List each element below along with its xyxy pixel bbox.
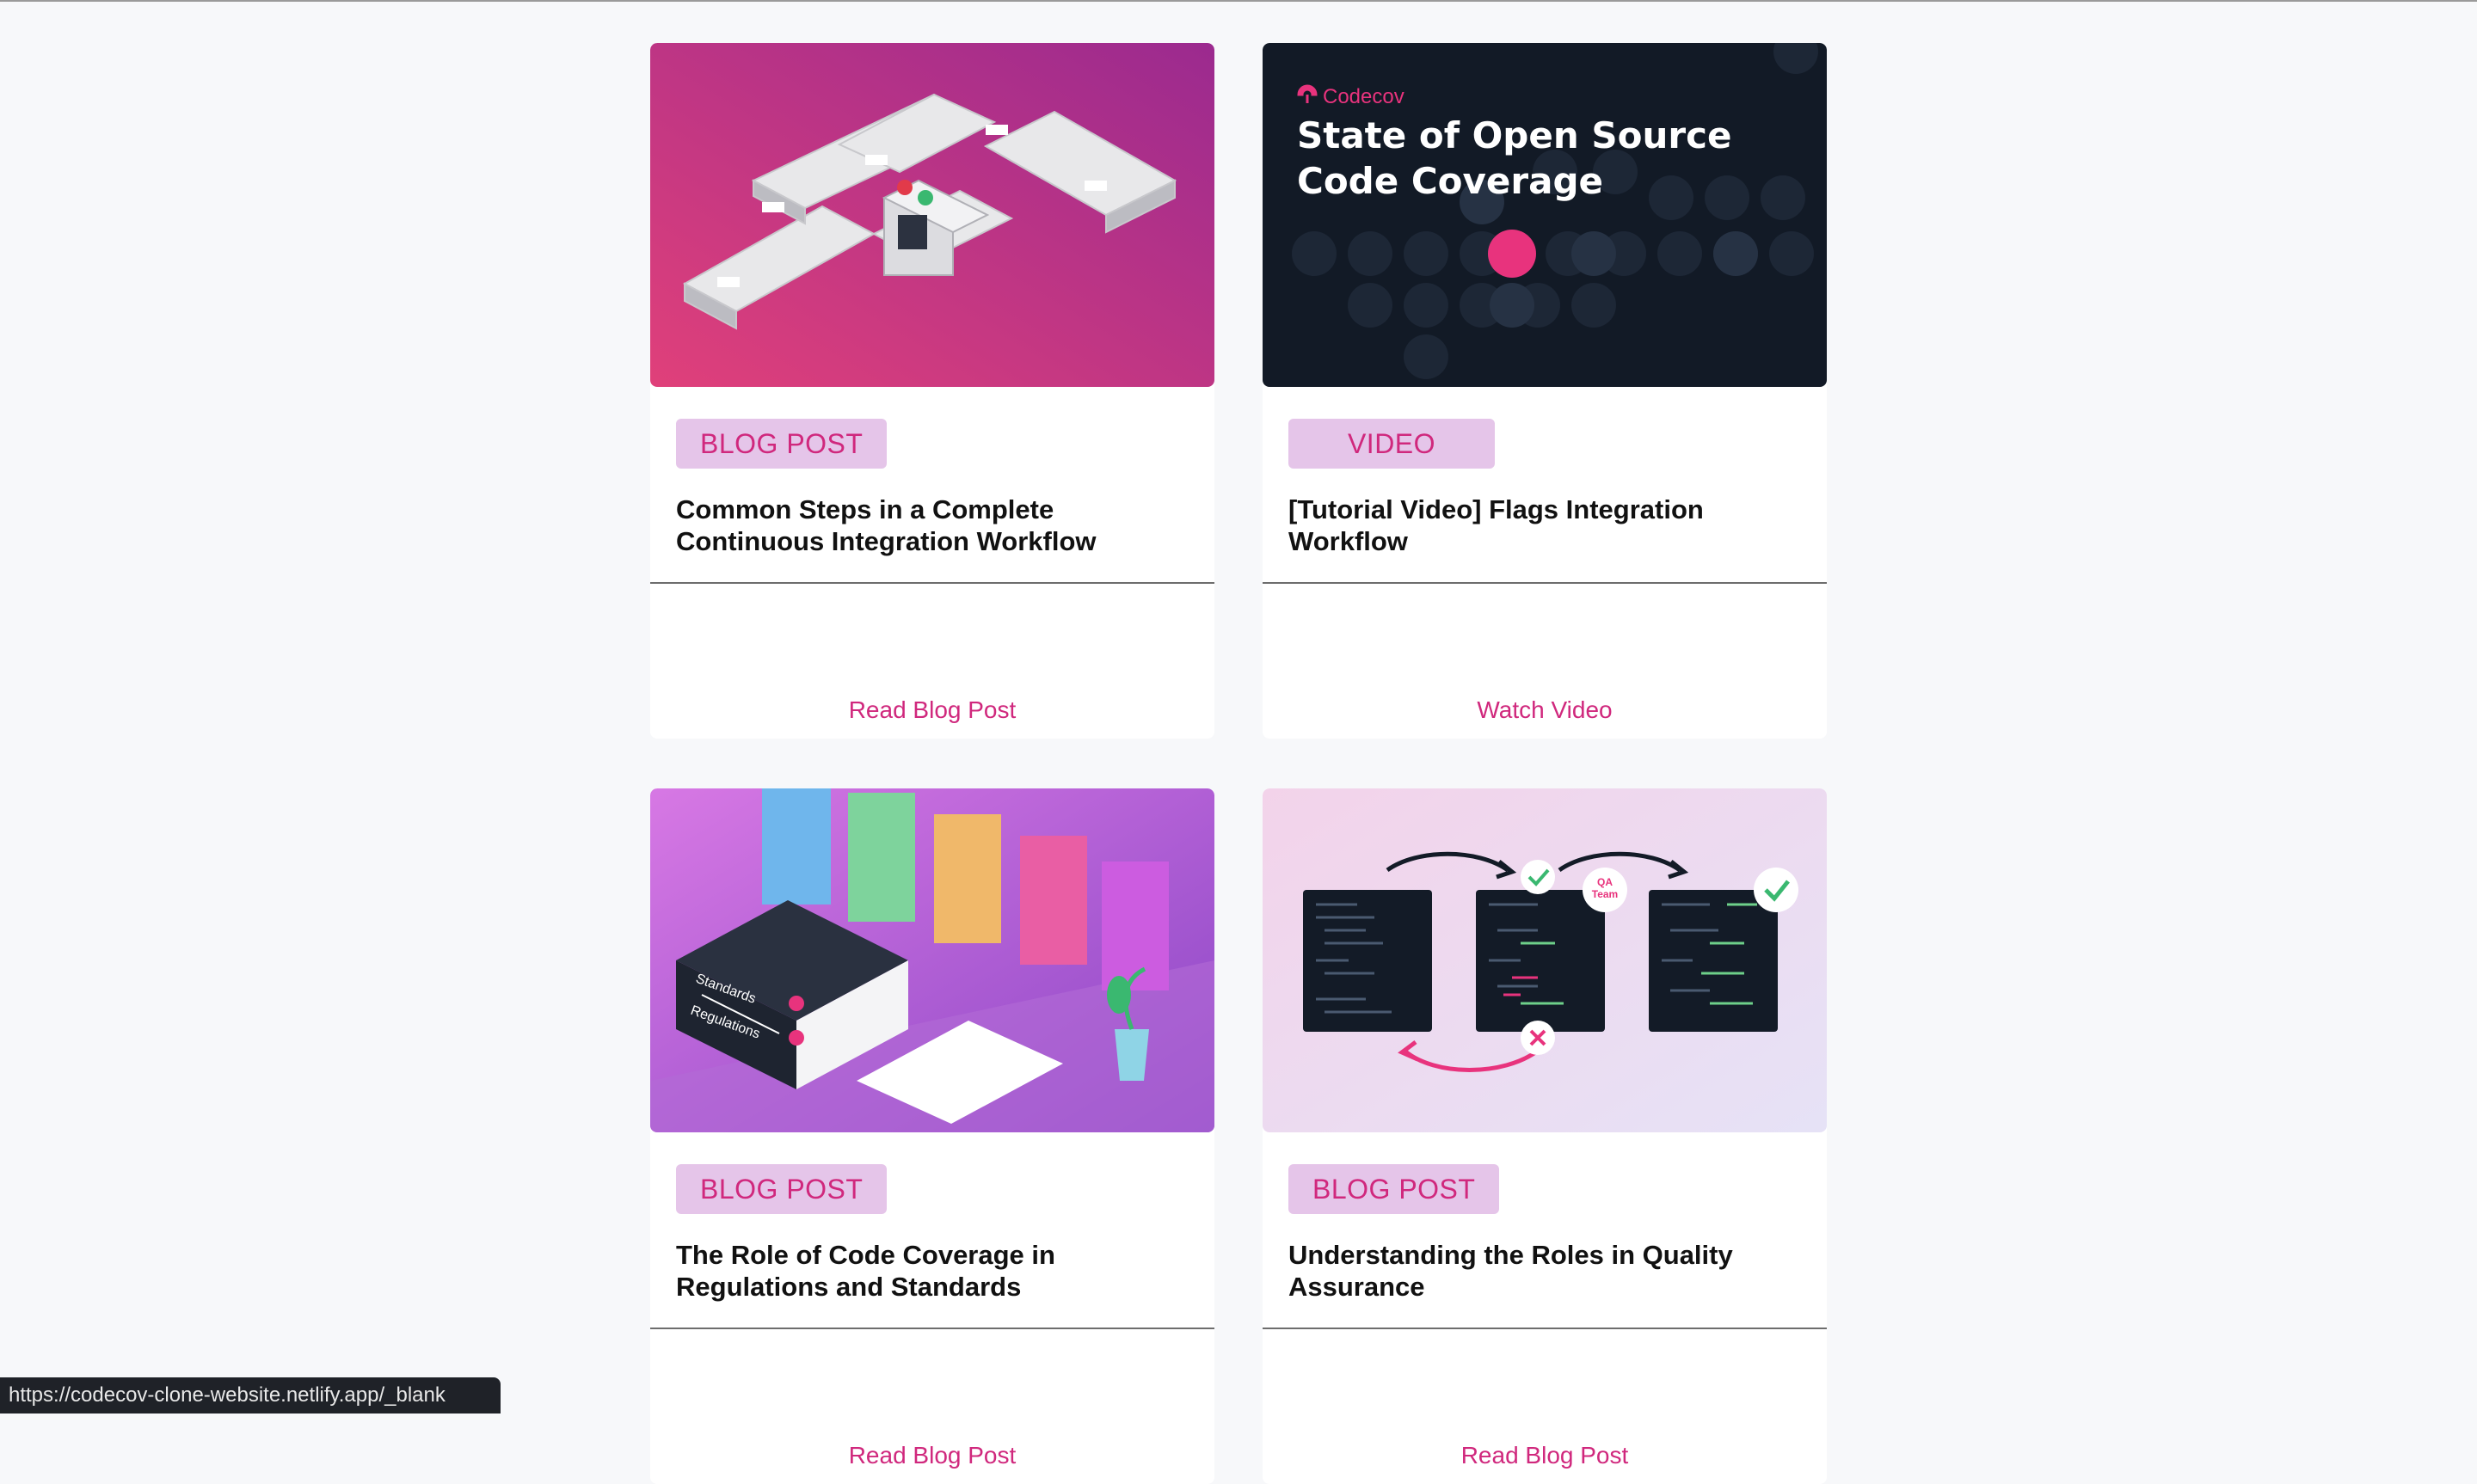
- card-title[interactable]: [Tutorial Video] Flags Integration Workf…: [1288, 494, 1804, 557]
- card-title[interactable]: Common Steps in a Complete Continuous In…: [676, 494, 1192, 557]
- content-type-badge: VIDEO: [1288, 419, 1495, 469]
- content-card[interactable]: Standards Regulations BLOG POST The Role…: [650, 788, 1214, 1484]
- qa-badge-line1: QA: [1597, 876, 1613, 888]
- thumbnail-heading-line1: State of Open Source: [1297, 114, 1731, 156]
- thumbnail-heading-line2: Code Coverage: [1297, 160, 1603, 202]
- browser-status-url: https://codecov-clone-website.netlify.ap…: [0, 1377, 501, 1413]
- content-card[interactable]: BLOG POST Common Steps in a Complete Con…: [650, 43, 1214, 739]
- content-grid: BLOG POST Common Steps in a Complete Con…: [650, 43, 1827, 1484]
- regulations-illustration-icon: Standards Regulations: [650, 788, 1214, 1132]
- code-coverage-video-thumbnail-icon: Codecov State of Open Source Code Covera…: [1263, 43, 1827, 387]
- card-thumbnail-qa-roles[interactable]: QA Team: [1263, 788, 1827, 1132]
- watch-video-link[interactable]: Watch Video: [1263, 696, 1827, 724]
- content-card[interactable]: QA Team BLOG POST Understanding the Role…: [1263, 788, 1827, 1484]
- window-top-border: [0, 0, 2477, 2]
- card-title[interactable]: The Role of Code Coverage in Regulations…: [676, 1239, 1192, 1303]
- conveyor-illustration-icon: [650, 43, 1214, 387]
- read-blog-post-link[interactable]: Read Blog Post: [650, 1442, 1214, 1469]
- card-divider: [1263, 1328, 1827, 1329]
- content-type-badge: BLOG POST: [1288, 1164, 1500, 1214]
- card-divider: [650, 582, 1214, 584]
- content-type-badge: BLOG POST: [676, 1164, 888, 1214]
- card-divider: [650, 1328, 1214, 1329]
- card-divider: [1263, 582, 1827, 584]
- qa-badge-line2: Team: [1592, 888, 1618, 900]
- thumbnail-brand: Codecov: [1323, 85, 1404, 108]
- read-blog-post-link[interactable]: Read Blog Post: [650, 696, 1214, 724]
- card-thumbnail-ci-workflow[interactable]: [650, 43, 1214, 387]
- card-thumbnail-regulations[interactable]: Standards Regulations: [650, 788, 1214, 1132]
- read-blog-post-link[interactable]: Read Blog Post: [1263, 1442, 1827, 1469]
- content-card[interactable]: Codecov State of Open Source Code Covera…: [1263, 43, 1827, 739]
- qa-workflow-illustration-icon: QA Team: [1263, 788, 1827, 1132]
- content-type-badge: BLOG POST: [676, 419, 888, 469]
- card-thumbnail-video[interactable]: Codecov State of Open Source Code Covera…: [1263, 43, 1827, 387]
- card-title[interactable]: Understanding the Roles in Quality Assur…: [1288, 1239, 1804, 1303]
